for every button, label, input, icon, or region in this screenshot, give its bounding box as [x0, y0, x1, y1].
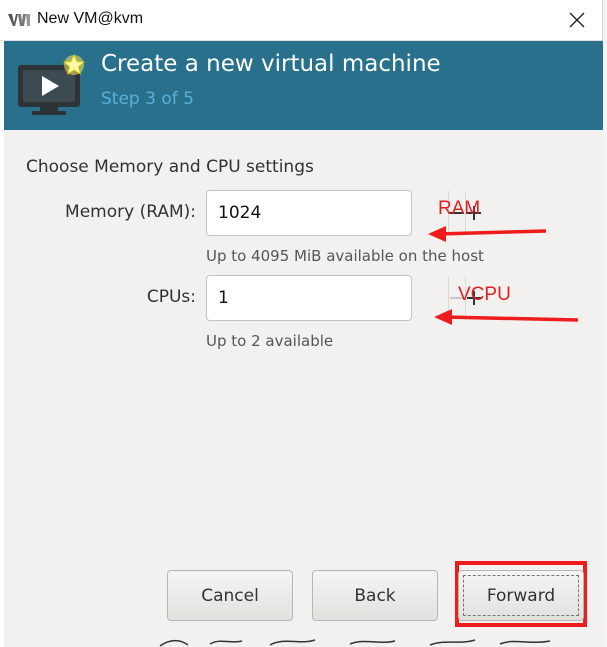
wizard-content: Choose Memory and CPU settings Memory (R…	[4, 130, 603, 647]
vcpu-annotation: VCPU	[458, 284, 511, 305]
cancel-button[interactable]: Cancel	[167, 570, 293, 621]
wizard-title: Create a new virtual machine	[101, 51, 441, 77]
cpus-hint: Up to 2 available	[206, 332, 334, 350]
virt-manager-icon	[8, 14, 30, 26]
memory-input[interactable]	[207, 191, 448, 235]
window-titlebar: New VM@kvm	[0, 0, 603, 41]
cpus-spinbutton	[206, 275, 481, 321]
forward-button-label: Forward	[486, 585, 556, 606]
ram-annotation: RAM	[438, 198, 481, 219]
new-vm-monitor-icon	[18, 53, 86, 115]
section-title: Choose Memory and CPU settings	[26, 157, 314, 177]
cpus-input[interactable]	[207, 276, 448, 320]
close-icon	[569, 12, 585, 28]
memory-label: Memory (RAM):	[65, 202, 196, 222]
back-button[interactable]: Back	[312, 570, 438, 621]
bottom-ink-scribble	[159, 639, 551, 647]
vcpu-arrow-icon	[434, 309, 579, 325]
close-button[interactable]	[557, 4, 597, 36]
window-title: New VM@kvm	[37, 10, 144, 27]
forward-button[interactable]: Forward	[458, 570, 584, 621]
wizard-header: Create a new virtual machine Step 3 of 5	[4, 41, 603, 130]
wizard-step: Step 3 of 5	[101, 89, 194, 109]
cpus-label: CPUs:	[146, 287, 196, 307]
memory-spinbutton	[206, 190, 481, 236]
memory-hint: Up to 4095 MiB available on the host	[206, 247, 484, 265]
ram-arrow-icon	[428, 226, 547, 242]
